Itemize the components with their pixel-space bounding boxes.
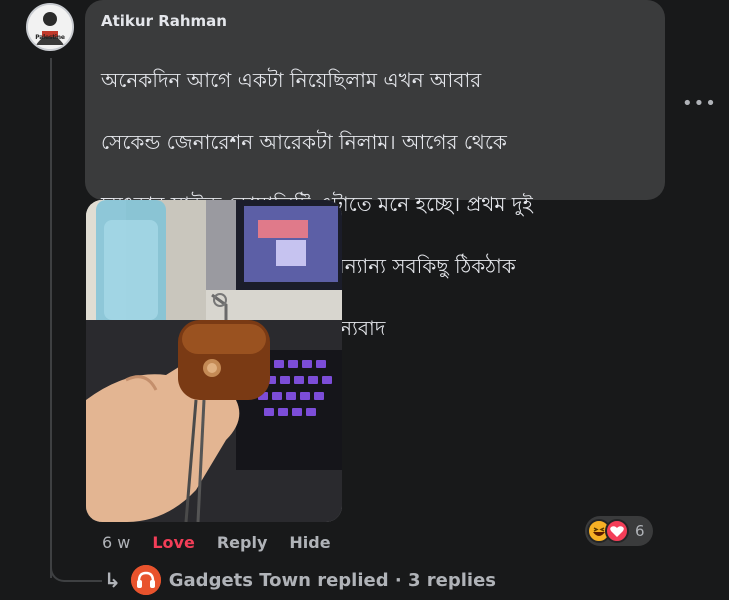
comment-line: সেকেন্ড জেনারেশন আরেকটা নিলাম। আগের থেকে xyxy=(101,130,507,154)
replies-summary: Gadgets Town replied · 3 replies xyxy=(168,569,497,591)
comment-bubble: Atikur Rahman অনেকদিন আগে একটা নিয়েছিলা… xyxy=(85,0,665,340)
comment-thread: Palestine Atikur Rahman অনেকদিন আগে একটা… xyxy=(0,0,729,600)
reply-button[interactable]: Reply xyxy=(217,533,268,552)
comment-line: অনেকদিন আগে একটা নিয়েছিলাম এখন আবার xyxy=(101,68,482,92)
reply-arrow-icon: ↳ xyxy=(104,568,121,592)
comment-author[interactable]: Atikur Rahman xyxy=(101,12,649,30)
gadgets-town-logo xyxy=(130,565,161,595)
comment-actions: 6 w Love Reply Hide xyxy=(102,533,353,552)
comment-photo[interactable] xyxy=(86,200,342,522)
avatar-caption: Palestine xyxy=(35,34,65,41)
heart-shape xyxy=(610,526,624,537)
thread-line xyxy=(50,58,52,578)
hide-button[interactable]: Hide xyxy=(289,533,330,552)
thread-connector xyxy=(50,560,102,582)
avatar[interactable]: Palestine xyxy=(26,3,74,51)
love-icon xyxy=(605,519,629,543)
comment-timestamp[interactable]: 6 w xyxy=(102,533,130,552)
love-button[interactable]: Love xyxy=(152,533,194,552)
avatar-image xyxy=(28,5,72,49)
reaction-count: 6 xyxy=(635,522,645,540)
ellipsis-icon[interactable]: ••• xyxy=(682,93,717,114)
photo-image xyxy=(86,200,342,522)
reaction-summary[interactable]: 6 xyxy=(585,516,653,546)
view-replies-link[interactable]: ↳ Gadgets Town replied · 3 replies xyxy=(104,565,496,595)
gadgets-town-avatar xyxy=(130,565,161,595)
